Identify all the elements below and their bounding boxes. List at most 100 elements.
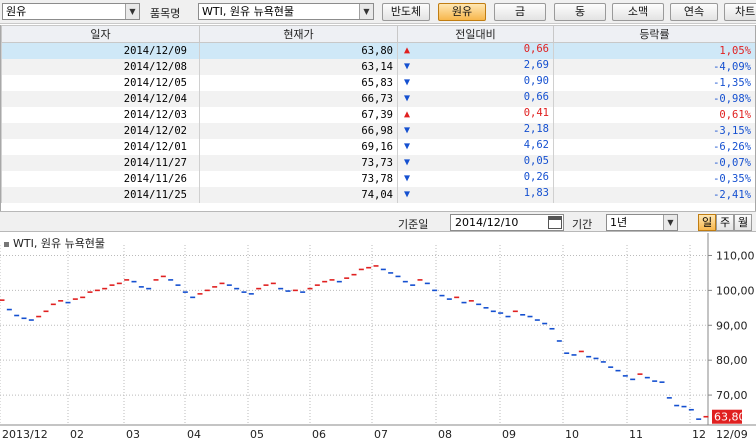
row-change-value: 2,18 <box>523 123 549 135</box>
row-rate: -0,07% <box>553 155 755 171</box>
triangle-down-icon: ▼ <box>404 61 411 72</box>
category-select-value: 원유 <box>6 5 27 18</box>
price-chart-canvas: 110,00 100,00 90,00 80,00 70,00 2013/12 02 03 04… <box>0 233 756 441</box>
item-select[interactable]: WTI, 원유 뉴욕현물 ▼ <box>198 3 374 20</box>
table-row[interactable]: 2014/12/04 66,73 ▼ 0,66 -0,98% <box>1 91 755 107</box>
period-select[interactable]: 1년 ▼ <box>606 214 678 231</box>
row-price: 66,98 <box>199 123 398 139</box>
price-grid: 일자 현재가 전일대비 등락률 2014/12/09 63,80 ▲ 0,66 1,05… <box>1 25 755 203</box>
x-tick-label: 10 <box>565 428 579 441</box>
category-select[interactable]: 원유 ▼ <box>2 3 140 20</box>
base-date-value: 2014/12/10 <box>455 216 519 229</box>
chevron-down-icon[interactable]: ▼ <box>359 4 373 19</box>
table-row[interactable]: 2014/12/05 65,83 ▼ 0,90 -1,35% <box>1 75 755 91</box>
row-date: 2014/12/02 <box>1 123 200 139</box>
last-value-label: 63,80 <box>714 411 746 424</box>
period-select-value: 1년 <box>610 216 628 229</box>
row-price: 73,78 <box>199 171 398 187</box>
table-row[interactable]: 2014/12/08 63,14 ▼ 2,69 -4,09% <box>1 59 755 75</box>
table-row[interactable]: 2014/11/26 73,78 ▼ 0,26 -0,35% <box>1 171 755 187</box>
row-rate: -0,35% <box>553 171 755 187</box>
table-row[interactable]: 2014/12/02 66,98 ▼ 2,18 -3,15% <box>1 123 755 139</box>
row-change: ▼ 4,62 <box>397 139 554 155</box>
item-select-value: WTI, 원유 뉴욕현물 <box>202 5 295 18</box>
row-change-value: 0,26 <box>523 171 549 183</box>
chart-controls: 기준일 2014/12/10 기간 1년 ▼ 일 주 월 <box>0 211 756 232</box>
row-rate: 1,05% <box>553 42 755 59</box>
row-rate: -0,98% <box>553 91 755 107</box>
row-date: 2014/11/25 <box>1 187 200 203</box>
period-label: 기간 <box>572 218 593 231</box>
row-date: 2014/12/08 <box>1 59 200 75</box>
header-rate[interactable]: 등락률 <box>553 25 755 43</box>
row-date: 2014/12/01 <box>1 139 200 155</box>
row-change: ▼ 0,26 <box>397 171 554 187</box>
btn-continuous[interactable]: 연속 <box>670 3 718 21</box>
y-tick-label: 90,00 <box>716 319 748 332</box>
period-week-button[interactable]: 주 <box>716 214 734 231</box>
btn-crude-oil[interactable]: 원유 <box>438 3 486 21</box>
x-tick-label: 2013/12 <box>2 428 48 441</box>
table-row[interactable]: 2014/11/27 73,73 ▼ 0,05 -0,07% <box>1 155 755 171</box>
btn-wheat[interactable]: 소맥 <box>612 3 664 21</box>
triangle-up-icon: ▲ <box>404 45 411 56</box>
table-row[interactable]: 2014/12/01 69,16 ▼ 4,62 -6,26% <box>1 139 755 155</box>
row-rate: -1,35% <box>553 75 755 91</box>
triangle-down-icon: ▼ <box>404 93 411 104</box>
x-tick-label: 05 <box>250 428 264 441</box>
row-rate: -2,41% <box>553 187 755 203</box>
base-date-input[interactable]: 2014/12/10 <box>450 214 564 231</box>
row-change-value: 0,66 <box>523 91 549 103</box>
row-change-value: 4,62 <box>523 139 549 151</box>
table-row[interactable]: 2014/12/03 67,39 ▲ 0,41 0,61% <box>1 107 755 123</box>
x-tick-label: 12/09 <box>716 428 748 441</box>
chart-legend: WTI, 원유 뉴욕현물 <box>4 235 105 251</box>
row-rate: -4,09% <box>553 59 755 75</box>
x-tick-label: 06 <box>312 428 326 441</box>
row-price: 63,80 <box>199 42 398 59</box>
toolbar: 원유 ▼ 품목명 WTI, 원유 뉴욕현물 ▼ 반도체 원유 금 동 소맥 연속… <box>0 0 756 24</box>
row-price: 73,73 <box>199 155 398 171</box>
btn-chart[interactable]: 차트 <box>724 3 756 21</box>
last-value-marker: 63,80 <box>712 409 746 424</box>
table-body: 2014/12/09 63,80 ▲ 0,66 1,05% 2014/12/08 63,14… <box>1 42 755 203</box>
row-price: 69,16 <box>199 139 398 155</box>
row-price: 63,14 <box>199 59 398 75</box>
x-tick-label: 08 <box>438 428 452 441</box>
header-price[interactable]: 현재가 <box>199 25 398 43</box>
row-change: ▼ 1,83 <box>397 187 554 203</box>
period-day-button[interactable]: 일 <box>698 214 716 231</box>
chevron-down-icon[interactable]: ▼ <box>125 4 139 19</box>
row-change: ▼ 0,66 <box>397 91 554 107</box>
header-change[interactable]: 전일대비 <box>397 25 554 43</box>
x-tick-label: 09 <box>502 428 516 441</box>
row-date: 2014/12/05 <box>1 75 200 91</box>
row-date: 2014/12/03 <box>1 107 200 123</box>
row-change-value: 0,05 <box>523 155 549 167</box>
y-tick-label: 70,00 <box>716 389 748 402</box>
row-date: 2014/11/26 <box>1 171 200 187</box>
header-date[interactable]: 일자 <box>1 25 200 43</box>
row-price: 67,39 <box>199 107 398 123</box>
period-month-button[interactable]: 월 <box>734 214 752 231</box>
x-tick-label: 12 <box>692 428 706 441</box>
calendar-icon[interactable] <box>548 216 562 229</box>
btn-copper[interactable]: 동 <box>554 3 606 21</box>
btn-gold[interactable]: 금 <box>494 3 546 21</box>
row-rate: 0,61% <box>553 107 755 123</box>
y-tick-label: 100,00 <box>716 284 755 297</box>
table-row[interactable]: 2014/11/25 74,04 ▼ 1,83 -2,41% <box>1 187 755 203</box>
chevron-down-icon[interactable]: ▼ <box>663 215 677 230</box>
x-tick-label: 07 <box>374 428 388 441</box>
x-tick-label: 04 <box>187 428 201 441</box>
table-row[interactable]: 2014/12/09 63,80 ▲ 0,66 1,05% <box>1 42 755 59</box>
x-tick-label: 11 <box>629 428 643 441</box>
row-change-value: 0,41 <box>523 107 549 119</box>
row-change-value: 1,83 <box>523 187 549 199</box>
btn-semiconductor[interactable]: 반도체 <box>382 3 430 21</box>
row-change: ▲ 0,66 <box>397 42 554 59</box>
row-change: ▼ 0,05 <box>397 155 554 171</box>
row-change: ▲ 0,41 <box>397 107 554 123</box>
triangle-down-icon: ▼ <box>404 173 411 184</box>
row-change-value: 2,69 <box>523 59 549 71</box>
